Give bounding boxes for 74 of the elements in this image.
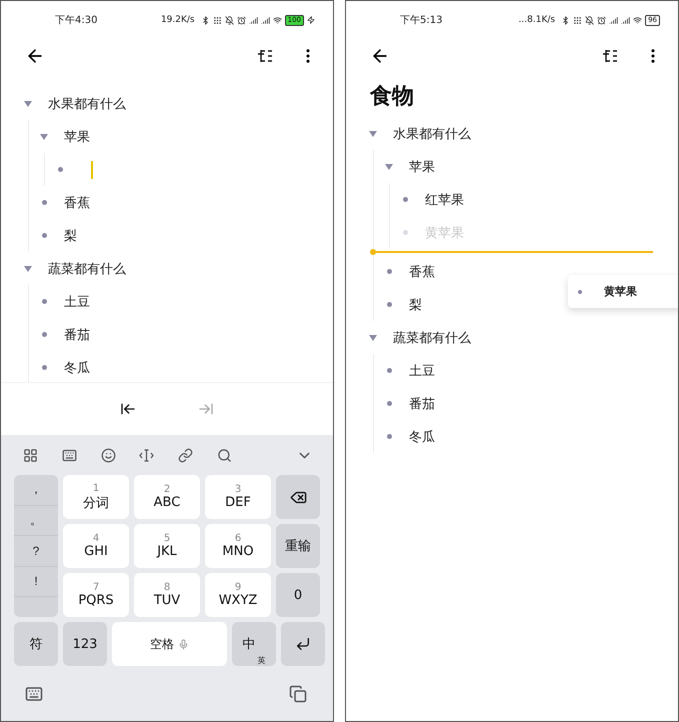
punctuation-key[interactable]: 。 [14,506,58,536]
collapse-icon[interactable] [369,130,377,136]
letter-key[interactable]: 1 分词 [63,475,129,519]
letter-key[interactable]: 7 PQRS [63,573,129,617]
signal-icon [609,16,618,24]
collapse-icon[interactable] [24,100,32,106]
network-speed: ...8.1K/s [518,15,556,25]
outline-item[interactable]: 土豆 [64,292,90,310]
collapse-icon[interactable] [385,164,393,170]
signal-icon [248,16,258,24]
outline-item[interactable]: 香蕉 [409,262,435,280]
status-time: 下午4:30 [55,14,98,27]
outline-item[interactable]: 土豆 [409,362,435,380]
letter-key[interactable]: 9 WXYZ [205,573,271,617]
collapse-icon[interactable] [369,334,377,340]
outline-item[interactable]: 香蕉 [64,194,90,212]
alarm-icon [597,16,606,24]
outline-item[interactable]: 水果都有什么 [48,94,126,112]
status-time: 下午5:13 [400,14,442,27]
outline-item[interactable]: 番茄 [409,394,435,412]
signal-icon [260,16,270,24]
punctuation-key[interactable]: ! [14,566,58,597]
letter-key[interactable]: 6 MNO [205,524,271,568]
drag-preview: 黄苹果 [568,275,678,308]
outline-item[interactable]: 冬瓜 [64,358,90,376]
keyboard-icon[interactable] [62,448,77,462]
cursor-icon[interactable] [139,448,154,462]
enter-icon [295,636,311,652]
bluetooth-icon [561,16,570,24]
signal-icon [621,16,630,24]
function-key[interactable]: 123 [63,622,107,666]
bluetooth-icon [200,16,210,24]
outline-item[interactable]: 蔬菜都有什么 [393,328,471,346]
alarm-icon [236,16,246,24]
keyboard-switch-icon[interactable] [25,684,43,702]
outline-item[interactable]: 苹果 [409,158,435,176]
bell-off-icon [224,16,234,24]
function-key[interactable]: 符 [14,622,58,666]
function-key[interactable]: 0 [276,573,320,617]
outline-item[interactable]: 冬瓜 [409,428,435,446]
page-title: 食物 [370,83,415,111]
wifi-icon [633,16,642,24]
clipboard-icon[interactable] [289,684,307,702]
collapse-icon[interactable] [24,266,32,272]
outline-item[interactable]: 梨 [409,296,422,314]
link-icon[interactable] [178,448,194,462]
punctuation-key[interactable]: ? [14,536,58,566]
outline-item[interactable]: 蔬菜都有什么 [48,260,126,278]
punctuation-key[interactable]: ， [14,475,58,506]
letter-key[interactable]: 2 ABC [134,475,200,519]
backspace-key[interactable] [276,475,320,519]
network-speed: 19.2K/s [160,15,195,25]
outline-item[interactable]: 红苹果 [425,190,464,208]
wifi-icon [272,16,282,24]
bell-off-icon [585,16,594,24]
letter-key[interactable]: 8 TUV [134,573,200,617]
letter-key[interactable]: 4 GHI [63,524,129,568]
language-key[interactable]: 中 英 [232,622,276,666]
search-icon[interactable] [217,448,232,462]
outline-icon[interactable] [602,48,618,64]
outline-item[interactable]: 番茄 [64,326,90,344]
function-key[interactable]: 重输 [276,524,320,568]
letter-key[interactable]: 5 JKL [134,524,200,568]
charging-icon [307,16,315,24]
outline-icon[interactable] [257,48,273,64]
emoji-icon[interactable] [100,448,116,462]
outline-item[interactable]: 苹果 [64,128,90,146]
outline-item[interactable]: 梨 [64,226,77,244]
collapse-icon[interactable] [40,134,48,140]
microphone-icon [178,638,189,650]
letter-key[interactable]: 3 DEF [205,475,271,519]
grid-icon[interactable] [23,448,38,462]
space-key[interactable]: 空格 [112,622,227,666]
outline-item[interactable]: 水果都有什么 [393,124,471,142]
